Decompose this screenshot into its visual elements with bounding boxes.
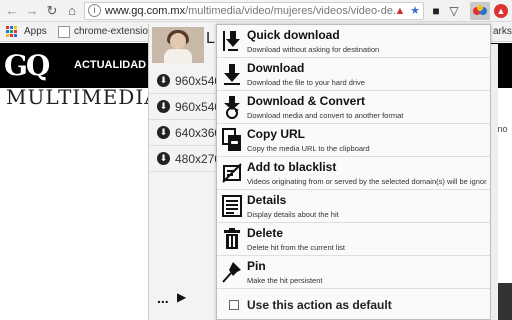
reload-icon[interactable]: ↻ (44, 3, 60, 19)
menu-item-title: Copy URL (247, 127, 305, 141)
menu-item-desc: Display details about the hit (247, 210, 339, 219)
resolution-label: 960x540 (175, 74, 222, 88)
resolution-label: 960x540 (175, 100, 222, 114)
action-menu: Quick download Download without asking f… (216, 24, 491, 320)
menu-item-title: Add to blacklist (247, 160, 337, 174)
video-downloader-popup: L ⬇ 960x540 ⬇ 960x540 ⬇ 640x360 ⬇ 480x27… (148, 24, 221, 320)
gq-logo[interactable]: GQ (4, 49, 50, 82)
bookmark-star-icon[interactable]: ★ (408, 4, 422, 18)
download-icon (224, 64, 240, 85)
trash-icon (224, 228, 240, 249)
blocked-content-icon[interactable]: ▲ (393, 4, 407, 18)
video-thumbnail[interactable] (152, 27, 204, 63)
menu-item-desc: Copy the media URL to the clipboard (247, 144, 370, 153)
menu-item-title: Delete (247, 226, 284, 240)
menu-item-desc: Make the hit persistent (247, 276, 323, 285)
download-convert-icon (224, 96, 240, 119)
nav-actualidad[interactable]: ACTUALIDAD (74, 59, 146, 71)
download-circle-icon[interactable]: ⬇ (157, 152, 170, 165)
back-icon[interactable]: ← (4, 3, 20, 19)
apps-grid-icon[interactable] (6, 26, 18, 38)
menu-item-title: Download & Convert (247, 94, 366, 108)
page-heading: MULTIMEDIA (6, 85, 160, 109)
copy-url-icon (222, 128, 241, 151)
page-scrollbar[interactable] (491, 44, 498, 320)
shield-extension-icon[interactable]: ■ (428, 3, 444, 19)
blacklist-icon (222, 163, 242, 183)
forward-icon[interactable]: → (24, 3, 40, 19)
home-icon[interactable]: ⌂ (64, 3, 80, 19)
url-host: www.gq.com.mx (105, 5, 186, 17)
menu-item-quick-download[interactable]: Quick download Download without asking f… (217, 25, 490, 58)
menu-item-title: Pin (247, 259, 266, 273)
pin-icon (222, 262, 241, 283)
use-as-default-checkbox[interactable] (229, 300, 239, 310)
use-as-default-label[interactable]: Use this action as default (247, 298, 392, 312)
bookmark-apps[interactable]: Apps (24, 25, 47, 39)
menu-item-pin[interactable]: Pin Make the hit persistent (217, 256, 490, 289)
menu-item-title: Details (247, 193, 287, 207)
more-options-button[interactable]: ... (157, 290, 169, 306)
menu-item-download-convert[interactable]: Download & Convert Download media and co… (217, 91, 490, 124)
video-downloader-extension-icon[interactable] (470, 2, 490, 20)
menu-item-add-to-blacklist[interactable]: Add to blacklist Videos originating from… (217, 157, 490, 190)
resolution-row[interactable]: ⬇ 480x270 (149, 146, 221, 172)
menu-item-details[interactable]: Details Display details about the hit (217, 190, 490, 223)
url-path: /multimedia/video/mujeres/videos/video-d… (185, 5, 403, 17)
details-icon (222, 195, 242, 217)
quick-download-icon (223, 31, 240, 51)
resolution-row[interactable]: ⬇ 960x540 (149, 94, 221, 120)
menu-item-desc: Videos originating from or served by the… (247, 177, 487, 186)
play-arrow-icon[interactable]: ▶ (177, 290, 186, 304)
download-circle-icon[interactable]: ⬇ (157, 100, 170, 113)
info-icon[interactable]: i (88, 4, 101, 17)
filter-extension-icon[interactable]: ▽ (446, 3, 462, 19)
browser-toolbar: ← → ↻ ⌂ i www.gq.com.mx/multimedia/video… (0, 0, 512, 22)
video-title: L (206, 30, 215, 47)
bookmark-chrome-extension[interactable]: chrome-extension:/ (74, 25, 159, 39)
menu-item-title: Quick download (247, 28, 340, 42)
resolution-row[interactable]: ⬇ 640x360 (149, 120, 221, 146)
menu-item-copy-url[interactable]: Copy URL Copy the media URL to the clipb… (217, 124, 490, 157)
resolution-label: 640x360 (175, 126, 222, 140)
use-as-default-row[interactable]: Use this action as default (217, 293, 490, 319)
upload-extension-icon[interactable]: ▲ (494, 4, 508, 18)
menu-item-download[interactable]: Download Download the file to your hard … (217, 58, 490, 91)
bookmark-other[interactable]: arks (493, 25, 512, 39)
resolution-label: 480x270 (175, 152, 222, 166)
resolution-row[interactable]: ⬇ 960x540 (149, 68, 221, 94)
download-circle-icon[interactable]: ⬇ (157, 74, 170, 87)
menu-item-desc: Download media and convert to another fo… (247, 111, 404, 120)
address-bar[interactable]: i www.gq.com.mx/multimedia/video/mujeres… (84, 2, 424, 20)
menu-item-desc: Download without asking for destination (247, 45, 380, 54)
menu-item-title: Download (247, 61, 305, 75)
menu-item-delete[interactable]: Delete Delete hit from the current list (217, 223, 490, 256)
menu-item-desc: Delete hit from the current list (247, 243, 345, 252)
download-circle-icon[interactable]: ⬇ (157, 126, 170, 139)
page-icon (58, 26, 70, 38)
menu-item-desc: Download the file to your hard drive (247, 78, 365, 87)
